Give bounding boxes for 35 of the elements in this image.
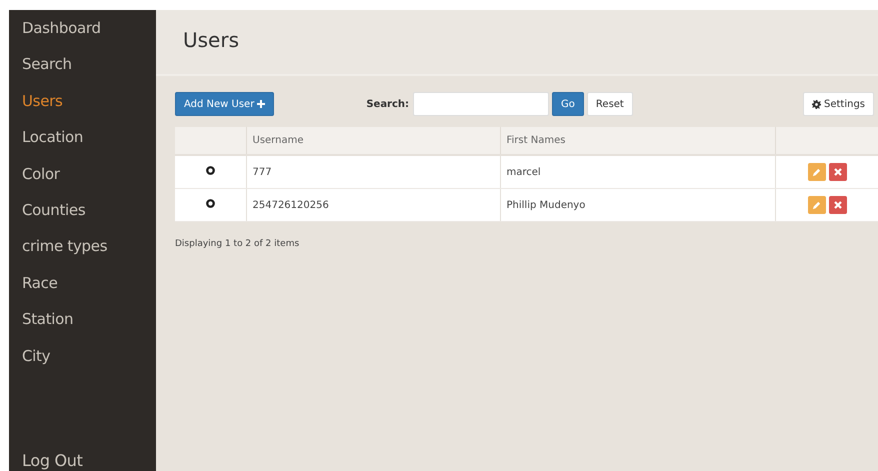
settings-button[interactable]: Settings (802, 92, 874, 116)
sidebar-item[interactable]: Station (9, 307, 156, 344)
sidebar-item[interactable]: Users (9, 88, 156, 126)
table-cell: 254726120256 (252, 200, 329, 210)
settings-icon (812, 100, 821, 108)
expand-circle-icon[interactable] (206, 166, 215, 175)
expand-circle-icon[interactable] (206, 199, 215, 208)
pencil-icon (812, 200, 821, 210)
column-header: First Names (506, 135, 566, 146)
page-title: Users (183, 28, 240, 52)
close-icon (834, 201, 842, 209)
sidebar-item[interactable]: Location (9, 125, 156, 162)
go-button[interactable]: Go (552, 92, 584, 116)
sidebar-item[interactable]: Color (9, 162, 156, 198)
sidebar-item[interactable]: crime types (9, 234, 156, 271)
table-cell: Phillip Mudenyo (506, 200, 586, 210)
sidebar-item[interactable]: Search (9, 52, 156, 89)
sidebar-item[interactable]: Race (9, 270, 156, 308)
search-label: Search: (366, 98, 410, 110)
column-header: Username (252, 135, 304, 146)
logout-link[interactable]: Log Out (9, 449, 156, 471)
close-icon (834, 168, 842, 176)
delete-button[interactable] (828, 196, 846, 214)
table-cell: 777 (252, 166, 272, 178)
table-cell: marcel (506, 166, 541, 178)
pagination-summary: Displaying 1 to 2 of 2 items (175, 239, 300, 249)
reset-button[interactable]: Reset (586, 92, 633, 116)
add-user-button[interactable]: Add New User (175, 92, 274, 116)
delete-button[interactable] (828, 163, 846, 181)
sidebar-item[interactable]: City (9, 344, 156, 380)
search-field[interactable] (413, 92, 550, 116)
plus-icon (257, 100, 266, 108)
sidebar-item[interactable]: Counties (9, 198, 156, 234)
sidebar-item[interactable]: Dashboard (9, 16, 156, 52)
pencil-icon (812, 168, 821, 176)
